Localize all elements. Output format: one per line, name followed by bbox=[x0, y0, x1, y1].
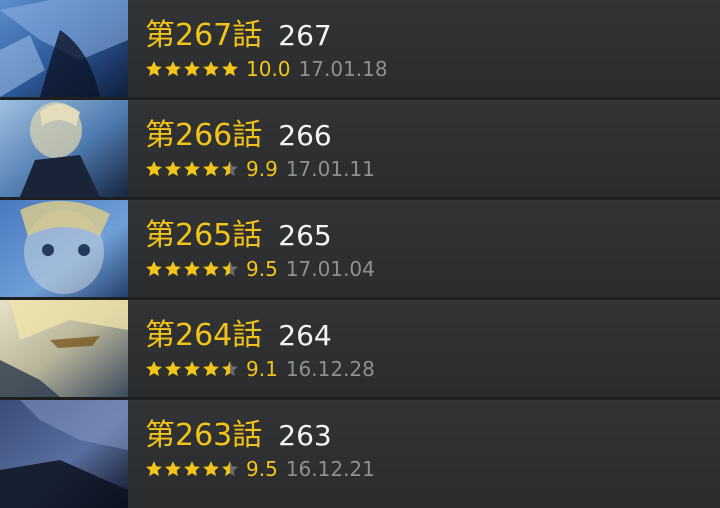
star-full-icon bbox=[165, 461, 181, 477]
episode-title-line: 第267話 267 bbox=[145, 10, 332, 54]
rating-value: 9.9 bbox=[246, 157, 278, 181]
episode-row[interactable]: 第267話 267 10.0 17.01.18 bbox=[0, 0, 720, 100]
episode-thumbnail bbox=[0, 400, 128, 508]
episode-row[interactable]: 第264話 264 9.1 16.12.28 bbox=[0, 300, 720, 400]
star-rating bbox=[145, 460, 240, 478]
episode-row[interactable]: 第263話 263 9.5 16.12.21 bbox=[0, 400, 720, 508]
episode-thumbnail bbox=[0, 300, 128, 397]
star-full-icon bbox=[165, 161, 181, 177]
episode-title-line: 第264話 264 bbox=[145, 310, 332, 354]
star-rating bbox=[145, 360, 240, 378]
star-full-icon bbox=[146, 161, 162, 177]
star-half-icon bbox=[222, 261, 238, 277]
episode-row[interactable]: 第265話 265 9.5 17.01.04 bbox=[0, 200, 720, 300]
rating-value: 9.5 bbox=[246, 457, 278, 481]
star-half-icon bbox=[222, 161, 238, 177]
star-full-icon bbox=[184, 461, 200, 477]
episode-title: 第265話 bbox=[145, 218, 263, 253]
star-full-icon bbox=[184, 161, 200, 177]
rating-value: 9.1 bbox=[246, 357, 278, 381]
star-full-icon bbox=[165, 61, 181, 77]
star-full-icon bbox=[203, 161, 219, 177]
star-rating bbox=[145, 160, 240, 178]
star-full-icon bbox=[146, 461, 162, 477]
star-full-icon bbox=[146, 361, 162, 377]
episode-number: 266 bbox=[278, 119, 332, 152]
star-full-icon bbox=[203, 461, 219, 477]
release-date: 17.01.18 bbox=[298, 57, 388, 81]
episode-title: 第267話 bbox=[145, 18, 263, 53]
episode-list: 第267話 267 10.0 17.01.18 第266話 266 9.9 17… bbox=[0, 0, 720, 508]
star-full-icon bbox=[165, 361, 181, 377]
release-date: 17.01.04 bbox=[285, 257, 375, 281]
episode-title: 第263話 bbox=[145, 418, 263, 453]
episode-title-line: 第265話 265 bbox=[145, 210, 332, 254]
release-date: 16.12.21 bbox=[285, 457, 375, 481]
episode-thumbnail bbox=[0, 0, 128, 97]
episode-row[interactable]: 第266話 266 9.9 17.01.11 bbox=[0, 100, 720, 200]
rating-value: 9.5 bbox=[246, 257, 278, 281]
star-full-icon bbox=[184, 261, 200, 277]
episode-meta: 10.0 17.01.18 bbox=[145, 57, 388, 81]
episode-title: 第266話 bbox=[145, 118, 263, 153]
star-full-icon bbox=[184, 361, 200, 377]
episode-number: 264 bbox=[278, 319, 332, 352]
episode-number: 263 bbox=[278, 419, 332, 452]
release-date: 17.01.11 bbox=[285, 157, 375, 181]
star-full-icon bbox=[203, 361, 219, 377]
star-rating bbox=[145, 60, 240, 78]
episode-title-line: 第263話 263 bbox=[145, 410, 332, 454]
star-half-icon bbox=[222, 461, 238, 477]
episode-title-line: 第266話 266 bbox=[145, 110, 332, 154]
episode-meta: 9.1 16.12.28 bbox=[145, 357, 375, 381]
star-half-icon bbox=[222, 361, 238, 377]
star-full-icon bbox=[203, 261, 219, 277]
episode-number: 265 bbox=[278, 219, 332, 252]
episode-number: 267 bbox=[278, 19, 332, 52]
episode-title: 第264話 bbox=[145, 318, 263, 353]
star-rating bbox=[145, 260, 240, 278]
star-full-icon bbox=[203, 61, 219, 77]
episode-meta: 9.9 17.01.11 bbox=[145, 157, 375, 181]
star-full-icon bbox=[146, 61, 162, 77]
rating-value: 10.0 bbox=[246, 57, 291, 81]
episode-thumbnail bbox=[0, 100, 128, 197]
star-full-icon bbox=[222, 61, 238, 77]
episode-meta: 9.5 17.01.04 bbox=[145, 257, 375, 281]
star-full-icon bbox=[184, 61, 200, 77]
episode-thumbnail bbox=[0, 200, 128, 297]
release-date: 16.12.28 bbox=[285, 357, 375, 381]
star-full-icon bbox=[146, 261, 162, 277]
star-full-icon bbox=[165, 261, 181, 277]
episode-meta: 9.5 16.12.21 bbox=[145, 457, 375, 481]
